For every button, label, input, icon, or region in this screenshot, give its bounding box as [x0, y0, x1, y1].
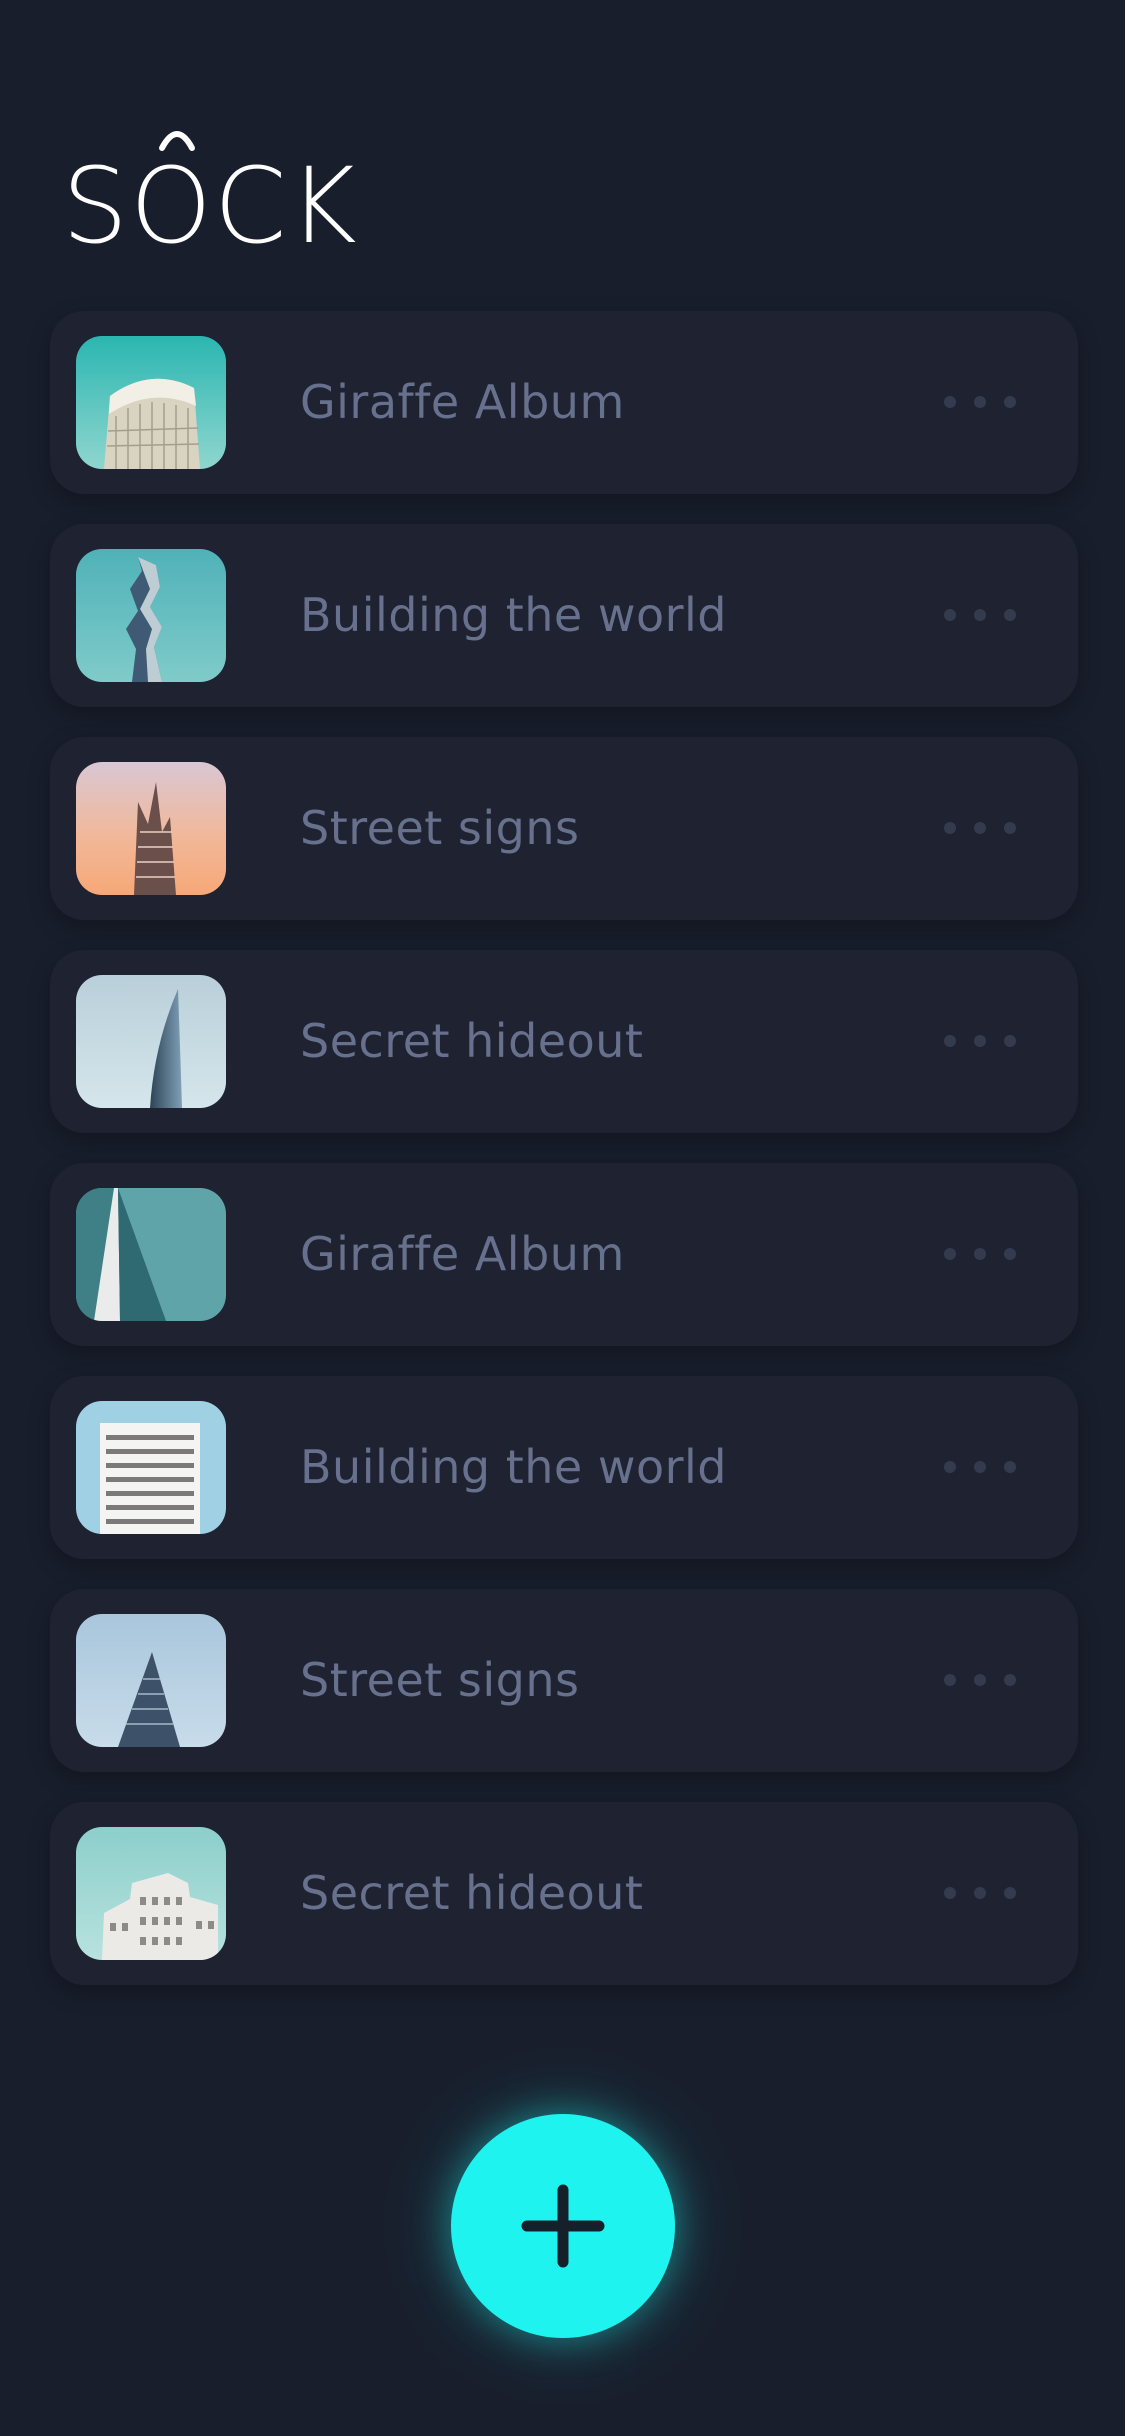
album-thumbnail — [76, 762, 226, 895]
album-title: Building the world — [300, 1440, 727, 1494]
album-card[interactable]: Secret hideout — [50, 1802, 1078, 1985]
plus-icon — [521, 2184, 605, 2268]
album-title: Secret hideout — [300, 1014, 644, 1068]
album-list-screen: SOCK Giraffe Album Building the world St… — [0, 0, 1125, 2436]
app-title: SOCK — [62, 145, 359, 267]
more-horizontal-icon[interactable] — [944, 602, 1016, 628]
album-thumbnail — [76, 1401, 226, 1534]
album-title: Street signs — [300, 1653, 580, 1707]
album-thumbnail — [76, 1614, 226, 1747]
album-title: Secret hideout — [300, 1866, 644, 1920]
album-list: Giraffe Album Building the world Street … — [50, 311, 1078, 2015]
more-horizontal-icon[interactable] — [944, 389, 1016, 415]
album-card[interactable]: Secret hideout — [50, 950, 1078, 1133]
album-title: Building the world — [300, 588, 727, 642]
album-title: Street signs — [300, 801, 580, 855]
album-card[interactable]: Giraffe Album — [50, 1163, 1078, 1346]
more-horizontal-icon[interactable] — [944, 815, 1016, 841]
album-title: Giraffe Album — [300, 375, 625, 429]
more-horizontal-icon[interactable] — [944, 1028, 1016, 1054]
album-thumbnail — [76, 1188, 226, 1321]
more-horizontal-icon[interactable] — [944, 1454, 1016, 1480]
more-horizontal-icon[interactable] — [944, 1667, 1016, 1693]
more-horizontal-icon[interactable] — [944, 1241, 1016, 1267]
album-card[interactable]: Street signs — [50, 737, 1078, 920]
album-card[interactable]: Building the world — [50, 524, 1078, 707]
add-album-button[interactable] — [451, 2114, 675, 2338]
album-card[interactable]: Building the world — [50, 1376, 1078, 1559]
album-card[interactable]: Street signs — [50, 1589, 1078, 1772]
album-title: Giraffe Album — [300, 1227, 625, 1281]
album-thumbnail — [76, 549, 226, 682]
app-logo: SOCK — [62, 110, 392, 267]
album-thumbnail — [76, 1827, 226, 1960]
album-card[interactable]: Giraffe Album — [50, 311, 1078, 494]
album-thumbnail — [76, 975, 226, 1108]
album-thumbnail — [76, 336, 226, 469]
more-horizontal-icon[interactable] — [944, 1880, 1016, 1906]
